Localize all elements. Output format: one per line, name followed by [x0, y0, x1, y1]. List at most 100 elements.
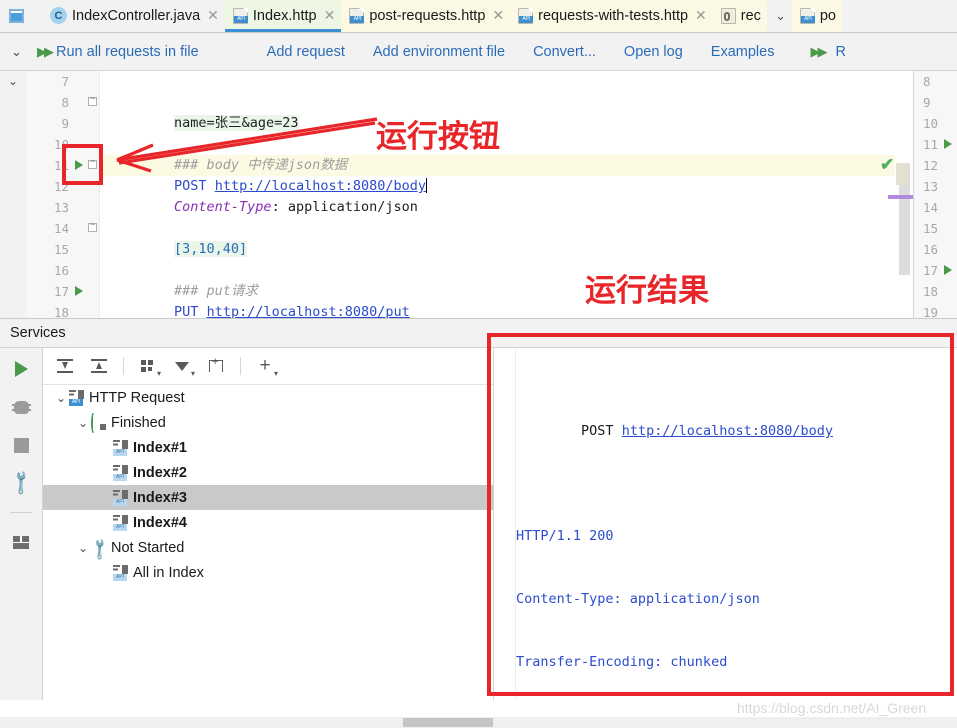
wrench-icon[interactable]: 🔧	[10, 472, 32, 494]
tree-node-index-1[interactable]: API Index#1	[43, 435, 493, 460]
add-request-link[interactable]: Add request	[267, 44, 345, 60]
chevron-down-icon: ⌄	[775, 8, 786, 24]
examples-link[interactable]: Examples	[711, 44, 775, 60]
gutter-line: 14	[27, 218, 100, 239]
close-icon[interactable]: ✕	[490, 7, 504, 24]
layout-icon[interactable]	[10, 531, 32, 553]
tab-requests-with-tests-http[interactable]: API requests-with-tests.http ✕	[510, 0, 713, 32]
run-request-icon[interactable]	[944, 139, 952, 149]
fold-icon[interactable]	[88, 223, 97, 232]
tab-label: requests-with-tests.http	[538, 8, 688, 24]
http-file-icon: API	[518, 8, 533, 24]
run-all-label: Run all requests in file	[56, 44, 199, 60]
gutter-line: 8	[27, 92, 100, 113]
api-icon: API	[113, 465, 128, 481]
gutter-line: 10	[914, 113, 957, 134]
tab-index-http[interactable]: API Index.http ✕	[225, 0, 341, 32]
run-all-requests-link[interactable]: ▶▶ Run all requests in file	[37, 44, 199, 60]
editor-collapse-toggle[interactable]: ⌄	[0, 33, 33, 71]
chevron-down-icon[interactable]: ⌄	[8, 74, 18, 88]
tab-indexcontroller-java[interactable]: C IndexController.java ✕	[42, 0, 225, 32]
add-tab-icon[interactable]	[206, 356, 226, 376]
editor-text-area[interactable]: name=张三&age=23 ### body 中传递json数据 POST h…	[100, 71, 900, 318]
code-line-json-body: [3,10,40]	[109, 218, 247, 239]
services-toolbar: ▾ ▾ +▾	[43, 348, 493, 385]
tree-node-label: Index#4	[133, 515, 187, 531]
tab-label: rec	[741, 8, 761, 24]
gutter-line: 16	[914, 239, 957, 260]
horizontal-scrollbar-thumb[interactable]	[403, 718, 493, 727]
tab-label: po	[820, 8, 836, 24]
double-play-icon: ▶▶	[810, 44, 824, 60]
gutter-line: 12	[914, 155, 957, 176]
run-button-annotation: 运行按钮	[376, 111, 500, 156]
run-all-label-right: R	[835, 44, 845, 60]
tab-post-requests-http[interactable]: API post-requests.http ✕	[341, 0, 510, 32]
tree-node-finished[interactable]: ⌄ Finished	[43, 410, 493, 435]
tab-rec[interactable]: rec	[713, 0, 767, 32]
run-request-icon[interactable]	[75, 286, 83, 296]
run-result-annotation: 运行结果	[585, 265, 709, 310]
convert-link[interactable]: Convert...	[533, 44, 596, 60]
chevron-down-icon[interactable]: ⌄	[53, 391, 69, 405]
run-request-icon[interactable]	[944, 265, 952, 275]
add-environment-file-link[interactable]: Add environment file	[373, 44, 505, 60]
chevron-down-icon: ▾	[157, 369, 161, 378]
tab-label: post-requests.http	[369, 8, 485, 24]
response-highlight-box	[487, 333, 954, 696]
tab-overflow-button[interactable]: ⌄	[767, 0, 792, 32]
java-class-icon: C	[50, 7, 67, 24]
tab-label: IndexController.java	[72, 8, 200, 24]
chevron-down-icon[interactable]: ⌄	[75, 416, 91, 430]
group-by-icon[interactable]: ▾	[138, 356, 158, 376]
fold-icon[interactable]	[88, 97, 97, 106]
text-caret	[426, 178, 427, 193]
tree-node-http-request[interactable]: ⌄ API HTTP Request	[43, 385, 493, 410]
tab-label: Index.http	[253, 8, 317, 24]
code-line-body: name=张三&age=23	[109, 92, 299, 113]
project-tool-window-icon[interactable]	[0, 0, 33, 32]
tree-node-label: Index#3	[133, 490, 187, 506]
services-title: Services	[10, 325, 66, 341]
gutter-line: 18	[27, 302, 100, 318]
stop-icon[interactable]	[10, 434, 32, 456]
open-log-link[interactable]: Open log	[624, 44, 683, 60]
http-file-icon: API	[233, 8, 248, 24]
chevron-down-icon: ▾	[274, 369, 278, 378]
tree-node-index-4[interactable]: API Index#4	[43, 510, 493, 535]
gutter-line: 16	[27, 260, 100, 281]
debug-icon[interactable]	[10, 396, 32, 418]
close-icon[interactable]: ✕	[205, 7, 219, 24]
services-side-rail: 🔧	[0, 348, 43, 700]
close-icon[interactable]: ✕	[693, 7, 707, 24]
gutter-line: 8	[914, 71, 957, 92]
tree-node-not-started[interactable]: ⌄ 🔧 Not Started	[43, 535, 493, 560]
tab-po[interactable]: API po	[792, 0, 842, 32]
tree-node-label: HTTP Request	[89, 390, 185, 406]
api-icon: API	[113, 565, 128, 581]
expand-all-icon[interactable]	[55, 356, 75, 376]
window-icon	[9, 9, 24, 23]
tree-node-all-in-index[interactable]: API All in Index	[43, 560, 493, 585]
tree-node-index-3[interactable]: API Index#3	[43, 485, 493, 510]
editor-split-pane-right[interactable]: 8 9 10 11 12 13 14 15 16 17 18 19	[913, 71, 957, 318]
gutter-line: 15	[914, 218, 957, 239]
close-icon[interactable]: ✕	[322, 7, 336, 24]
green-check-icon[interactable]: ✔	[880, 155, 894, 175]
filter-icon[interactable]: ▾	[172, 356, 192, 376]
gutter-line: 18	[914, 281, 957, 302]
tree-node-index-2[interactable]: API Index#2	[43, 460, 493, 485]
gutter-line: 14	[914, 197, 957, 218]
collapse-all-icon[interactable]	[89, 356, 109, 376]
run-icon[interactable]	[10, 358, 32, 380]
code-line-comment: ### put请求	[109, 260, 258, 281]
run-all-requests-link-right[interactable]: ▶▶ R	[810, 44, 845, 60]
editor-gutter[interactable]: 7 8 9 10 11 12 13 14 15 16 17 18	[27, 71, 100, 318]
convert-label: Convert...	[533, 44, 596, 60]
code-editor[interactable]: ⌄ 7 8 9 10 11 12 13 14 15 16 17 18 name=…	[0, 71, 957, 318]
gutter-line: 13	[914, 176, 957, 197]
divider	[240, 357, 241, 375]
services-tree: ⌄ API HTTP Request ⌄ Finished API Index#…	[43, 385, 493, 700]
scratch-file-icon	[721, 8, 736, 24]
add-icon[interactable]: +▾	[255, 356, 275, 376]
